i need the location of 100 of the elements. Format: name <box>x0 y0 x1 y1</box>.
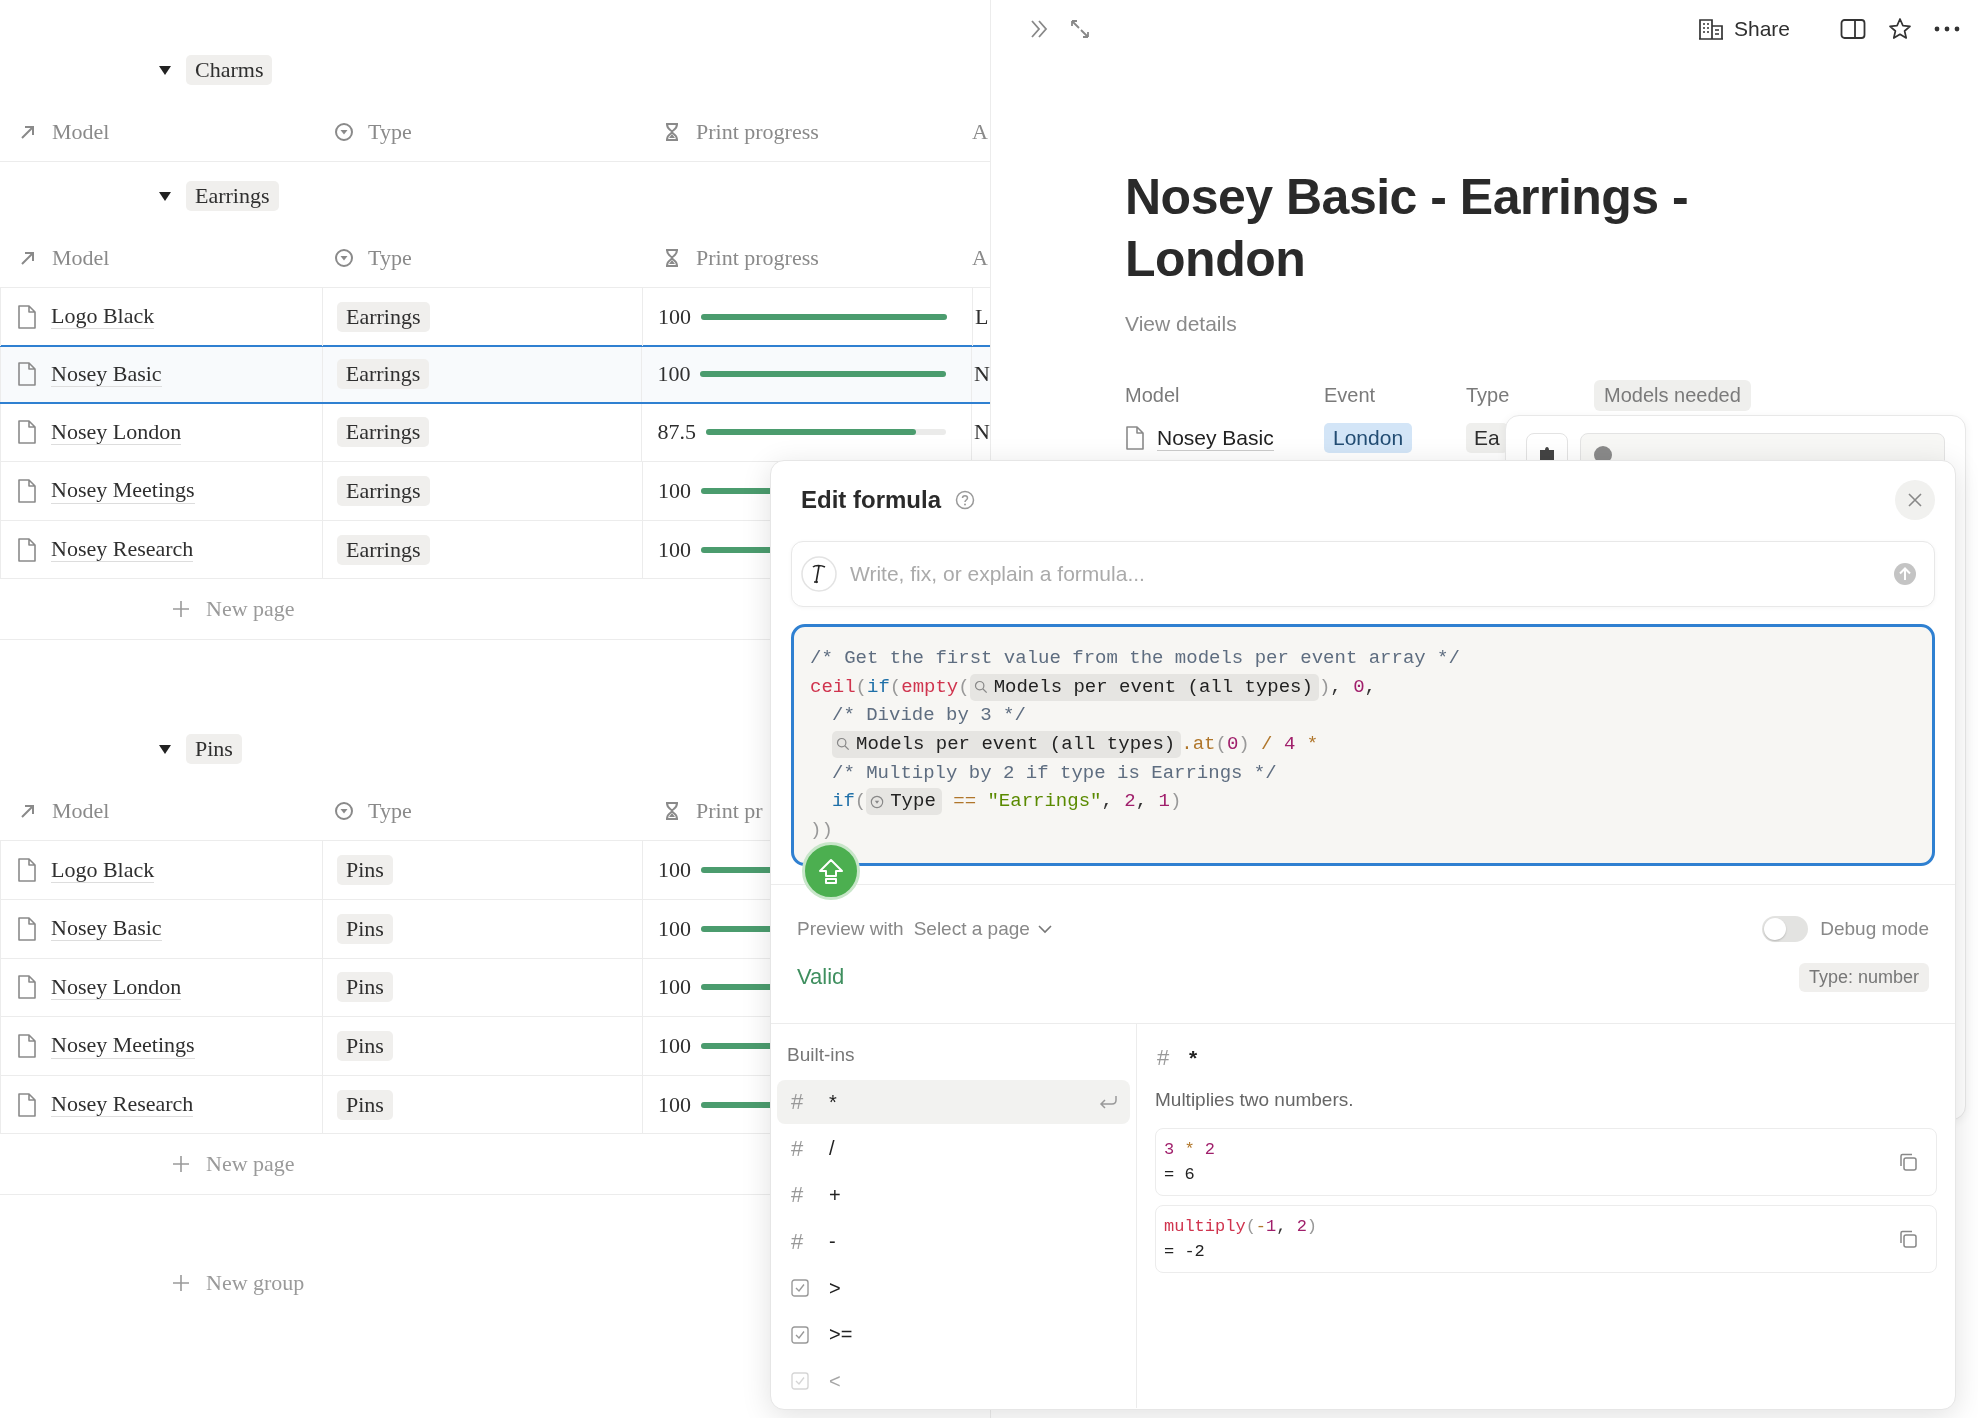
code-text: 1 <box>1266 1216 1277 1238</box>
type-glyph: # <box>1157 1045 1171 1071</box>
column-header[interactable]: Print pr <box>696 798 763 825</box>
example-result: = 6 <box>1164 1164 1196 1186</box>
code-text: empty <box>901 674 959 700</box>
plus-icon <box>172 600 190 619</box>
group-label[interactable]: Earrings <box>186 181 279 211</box>
code-text: 3 <box>1164 1139 1175 1161</box>
builtin-item[interactable]: >= <box>777 1312 1130 1357</box>
builtin-item[interactable]: # - <box>777 1219 1130 1264</box>
page-link[interactable]: Nosey Research <box>51 537 194 563</box>
code-text: if <box>867 674 890 700</box>
page-link[interactable]: Logo Black <box>51 857 155 883</box>
document-icon <box>17 304 37 329</box>
code-text: ) <box>1306 1216 1318 1238</box>
ai-prompt-field[interactable]: Write, fix, or explain a formula... <box>791 541 1935 607</box>
document-icon <box>17 916 37 941</box>
page-link[interactable]: Nosey London <box>51 419 182 446</box>
builtin-item[interactable]: # + <box>777 1173 1130 1217</box>
type-tag: Pins <box>337 1031 393 1062</box>
page-link[interactable]: Logo Black <box>51 304 155 330</box>
event-tag: London <box>1324 423 1413 453</box>
progress-value: 100 <box>658 974 691 1001</box>
code-text: 2 <box>1204 1139 1215 1161</box>
close-button[interactable] <box>1895 480 1935 520</box>
property-label[interactable]: Model <box>1125 380 1180 411</box>
type-tag: Ea <box>1466 423 1508 453</box>
example-result: = -2 <box>1164 1241 1206 1263</box>
code-text: 0 <box>1353 674 1365 700</box>
page-link[interactable]: Nosey Meetings <box>51 478 195 504</box>
type-tag: Pins <box>337 1089 393 1120</box>
page-link[interactable]: Nosey Basic <box>1157 425 1274 451</box>
code-text: ) <box>1169 789 1182 815</box>
page-link[interactable]: Nosey Meetings <box>51 1033 195 1059</box>
debug-toggle[interactable] <box>1762 916 1809 942</box>
code-text: , <box>1364 674 1376 700</box>
group-label[interactable]: Pins <box>186 734 242 765</box>
close-icon <box>1907 492 1923 508</box>
table-row[interactable]: Nosey Basic Earrings 100 N <box>0 345 990 404</box>
more-icon[interactable] <box>1934 25 1960 33</box>
dialog-title: Edit formula <box>801 486 941 514</box>
checkbox-icon <box>791 1372 809 1390</box>
formula-editor[interactable] <box>791 624 1935 866</box>
apply-button[interactable] <box>802 842 860 900</box>
code-text: , <box>1101 789 1114 815</box>
code-text: /* Divide by 3 */ <box>832 703 1026 729</box>
code-text: /* Multiply by 2 if type is Earrings */ <box>832 760 1277 786</box>
type-tag: Pins <box>337 913 393 944</box>
table-cell: L <box>975 303 989 330</box>
type-tag: Pins <box>337 972 393 1003</box>
building-icon <box>1697 17 1724 41</box>
star-icon[interactable] <box>1888 17 1912 41</box>
code-text: ( <box>854 789 867 815</box>
builtin-item[interactable]: # * <box>777 1080 1130 1124</box>
page-link[interactable]: Nosey Basic <box>51 916 162 942</box>
group-label[interactable]: Charms <box>186 55 273 85</box>
sidebar-panel-icon[interactable] <box>1840 18 1866 40</box>
property-chip: Models per event (all types) <box>832 730 1182 758</box>
progress-value: 100 <box>658 915 691 942</box>
copy-icon[interactable] <box>1898 1229 1918 1249</box>
expand-icon[interactable] <box>1069 18 1091 40</box>
code-text: ) <box>1318 674 1331 700</box>
property-label[interactable]: Type <box>1466 380 1510 411</box>
progress-value: 100 <box>657 361 691 388</box>
code-text: 2 <box>1124 789 1136 815</box>
search-icon <box>836 737 850 752</box>
document-icon <box>17 1092 37 1117</box>
shift-arrow-icon <box>817 857 845 885</box>
plus-icon <box>172 1274 190 1293</box>
type-tag: Pins <box>337 855 393 886</box>
progress-value: 100 <box>658 478 691 505</box>
type-tag: Earrings <box>336 359 430 390</box>
collapse-triangle-icon[interactable] <box>158 63 172 77</box>
dropdown-circle-icon <box>334 122 354 142</box>
code-text: - <box>1255 1216 1267 1238</box>
enter-icon <box>1098 1094 1118 1110</box>
copy-icon[interactable] <box>1898 1152 1918 1172</box>
share-button[interactable]: Share <box>1691 13 1796 45</box>
type-tag: Earrings <box>337 534 430 565</box>
preview-label: Preview with <box>797 918 904 940</box>
property-chip: Models per event (all types) <box>969 673 1319 701</box>
code-text: ( <box>958 674 970 700</box>
progress-value: 100 <box>658 857 691 884</box>
collapse-triangle-icon[interactable] <box>158 189 172 203</box>
code-text: , <box>1276 1216 1288 1238</box>
page-link[interactable]: Nosey London <box>51 974 182 1001</box>
document-icon <box>17 975 37 1000</box>
page-link[interactable]: Nosey Basic <box>51 361 162 387</box>
builtin-item[interactable]: > <box>777 1266 1130 1310</box>
dropdown-circle-icon <box>334 801 354 822</box>
page-link[interactable]: Nosey Research <box>51 1092 194 1118</box>
dropdown-circle-icon <box>870 794 885 809</box>
result-type-tag: Type: number <box>1798 962 1929 992</box>
type-tag: Earrings <box>337 301 430 332</box>
code-text: ceil <box>810 674 856 700</box>
search-icon <box>973 680 988 695</box>
property-label[interactable]: Models needed <box>1594 380 1751 411</box>
help-icon[interactable] <box>955 490 975 510</box>
code-text: 0 <box>1226 732 1239 758</box>
property-label[interactable]: Event <box>1324 380 1376 411</box>
